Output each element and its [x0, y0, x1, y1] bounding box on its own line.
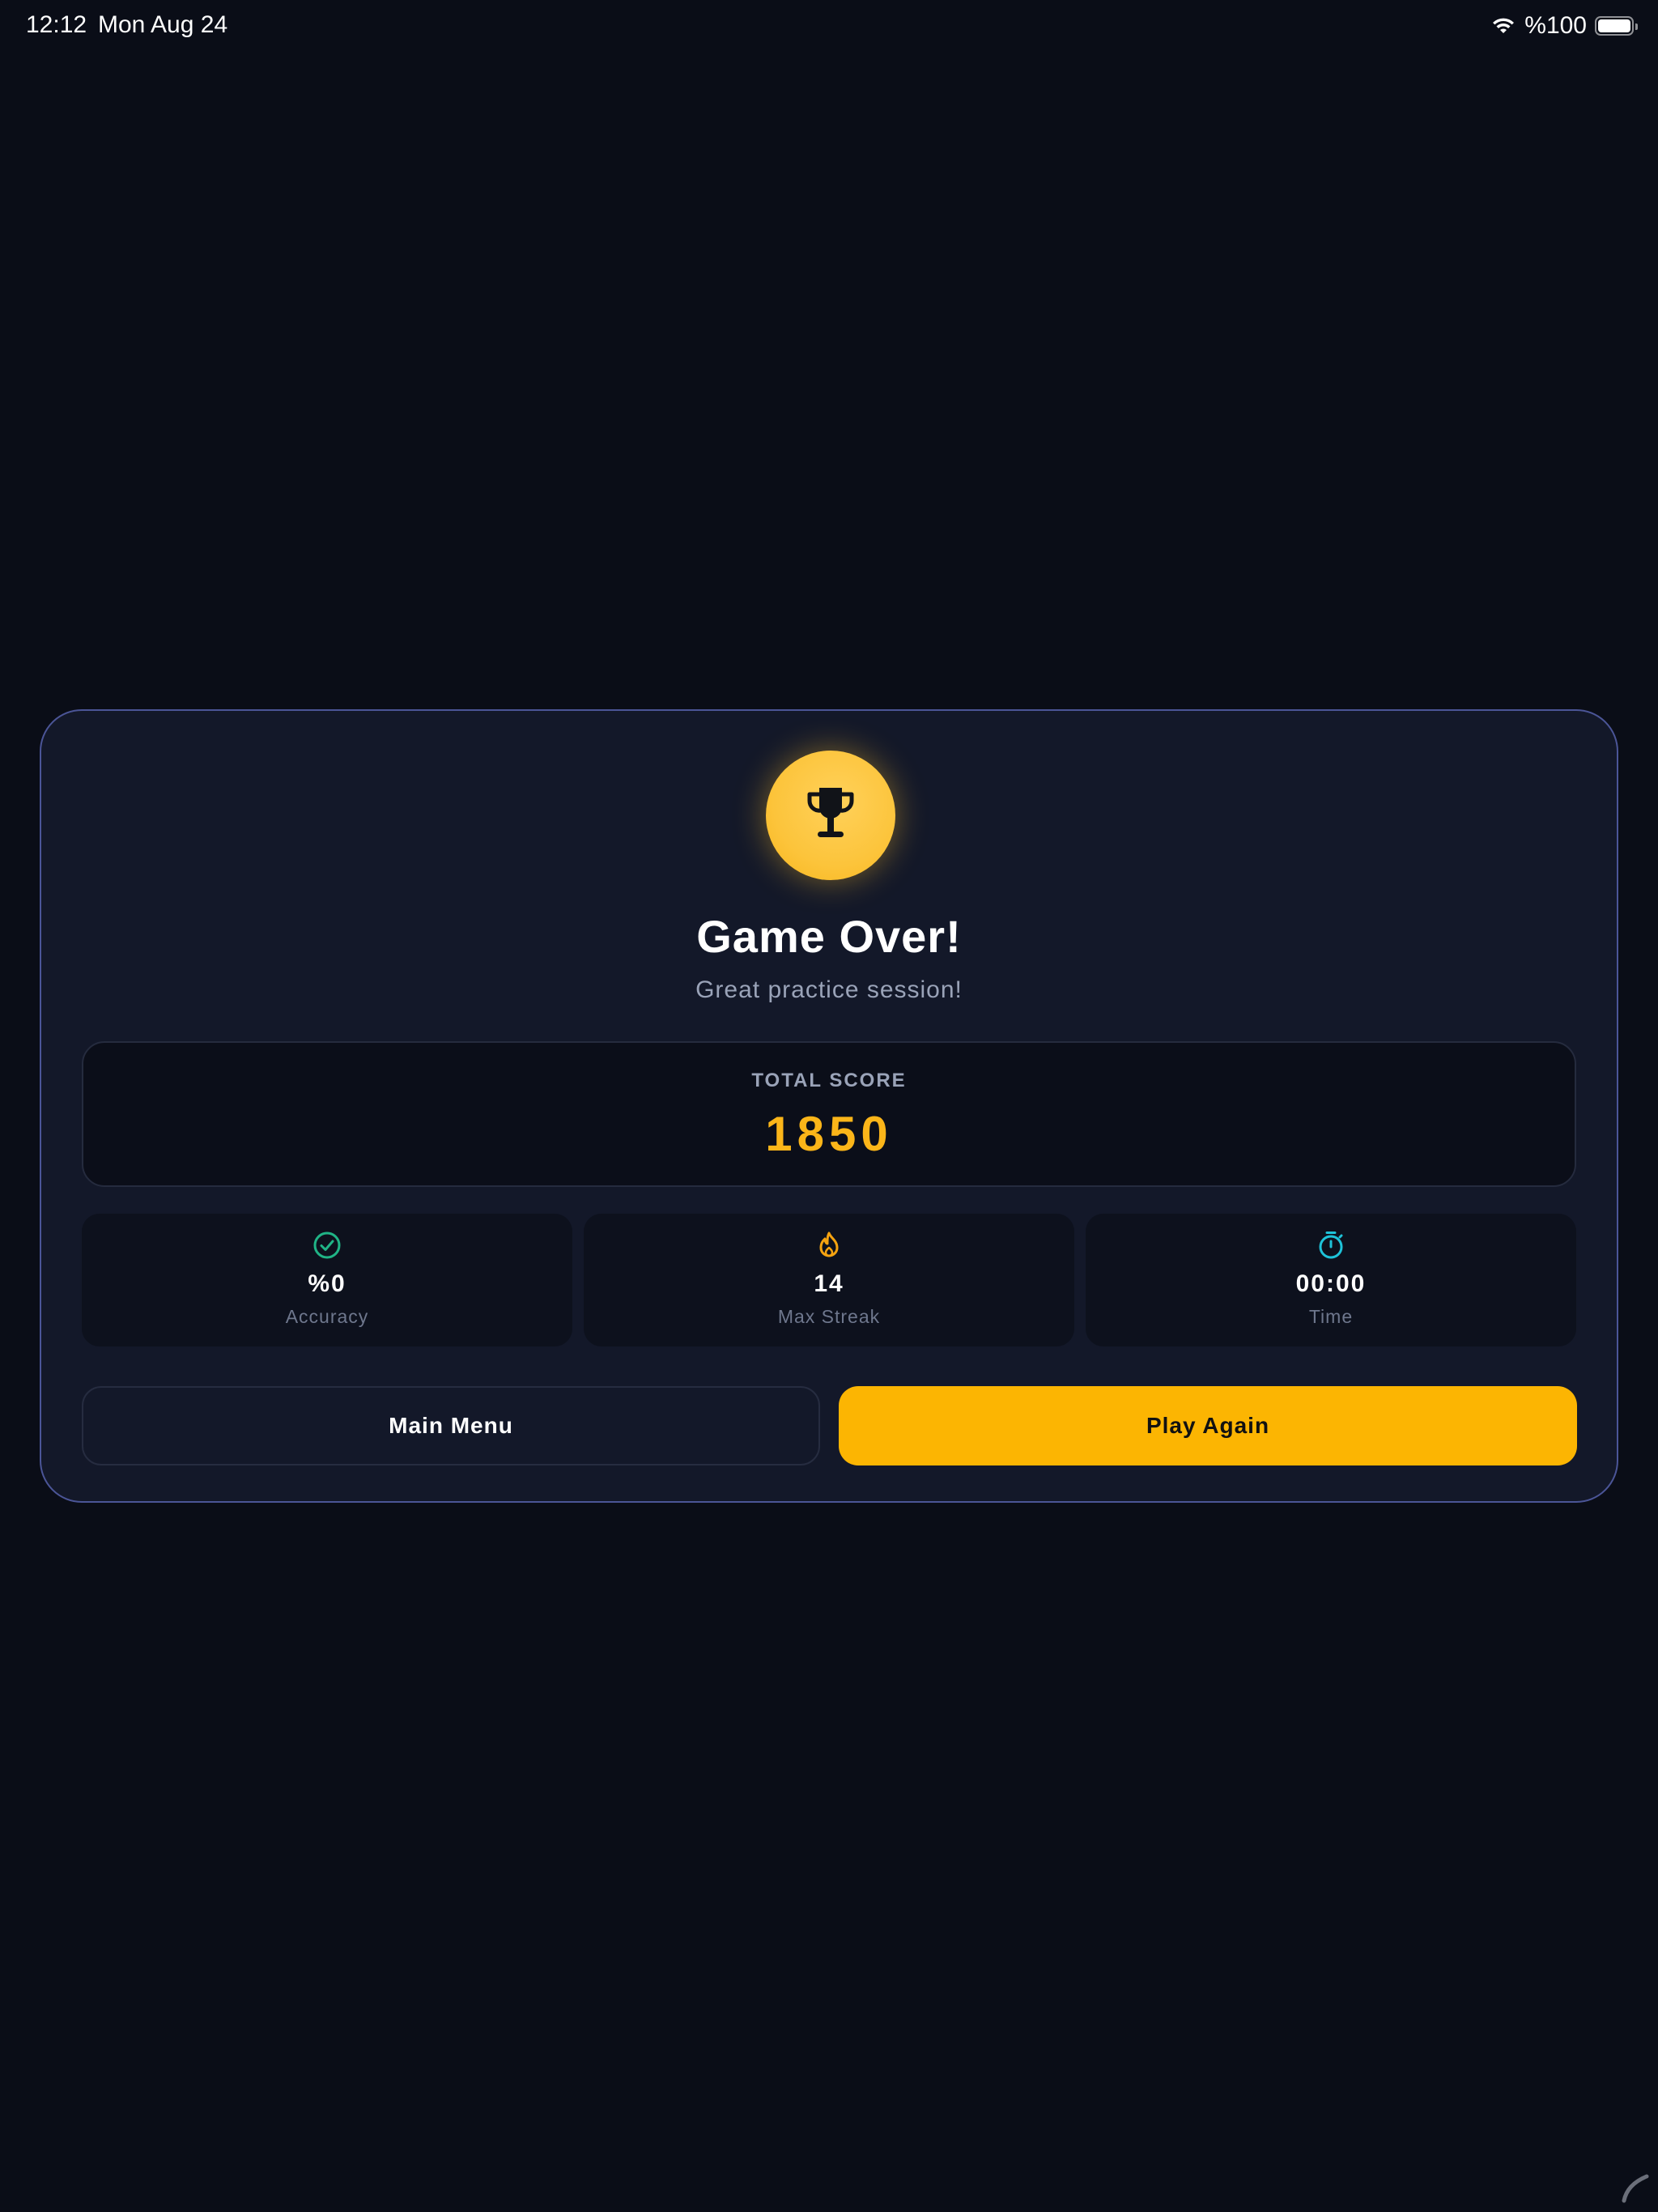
- check-circle-icon: [312, 1230, 342, 1261]
- stat-time: 00:00 Time: [1086, 1214, 1576, 1346]
- session-subtitle: Great practice session!: [695, 976, 963, 1003]
- accuracy-label: Accuracy: [285, 1306, 369, 1327]
- stat-max-streak: 14 Max Streak: [584, 1214, 1074, 1346]
- max-streak-label: Max Streak: [777, 1306, 881, 1327]
- play-again-button[interactable]: Play Again: [839, 1386, 1577, 1465]
- accuracy-value: %0: [308, 1270, 346, 1297]
- home-indicator-icon: [1619, 2172, 1652, 2204]
- battery-icon: [1595, 16, 1638, 36]
- max-streak-value: 14: [814, 1270, 844, 1297]
- status-indicators: %100: [1490, 11, 1638, 40]
- total-score-label: TOTAL SCORE: [751, 1070, 907, 1091]
- total-score-panel: TOTAL SCORE 1850: [82, 1041, 1576, 1187]
- status-date: Mon Aug 24: [98, 11, 228, 38]
- wifi-icon: [1490, 16, 1516, 36]
- flame-icon: [814, 1230, 844, 1261]
- game-over-title: Game Over!: [696, 911, 962, 962]
- game-over-card: Game Over! Great practice session! TOTAL…: [40, 709, 1618, 1503]
- trophy-badge: [766, 751, 895, 880]
- status-time: 12:12: [26, 11, 87, 38]
- total-score-value: 1850: [765, 1107, 893, 1161]
- game-over-screen: 12:12 Mon Aug 24 %100 Game Over! Great p…: [0, 0, 1658, 2212]
- time-label: Time: [1308, 1306, 1354, 1327]
- time-value: 00:00: [1295, 1270, 1367, 1297]
- main-menu-button[interactable]: Main Menu: [82, 1386, 820, 1465]
- trophy-icon: [800, 783, 861, 849]
- stopwatch-icon: [1316, 1230, 1346, 1261]
- battery-percentage: %100: [1524, 12, 1587, 39]
- status-bar: 12:12 Mon Aug 24 %100: [0, 0, 1658, 52]
- stat-accuracy: %0 Accuracy: [82, 1214, 572, 1346]
